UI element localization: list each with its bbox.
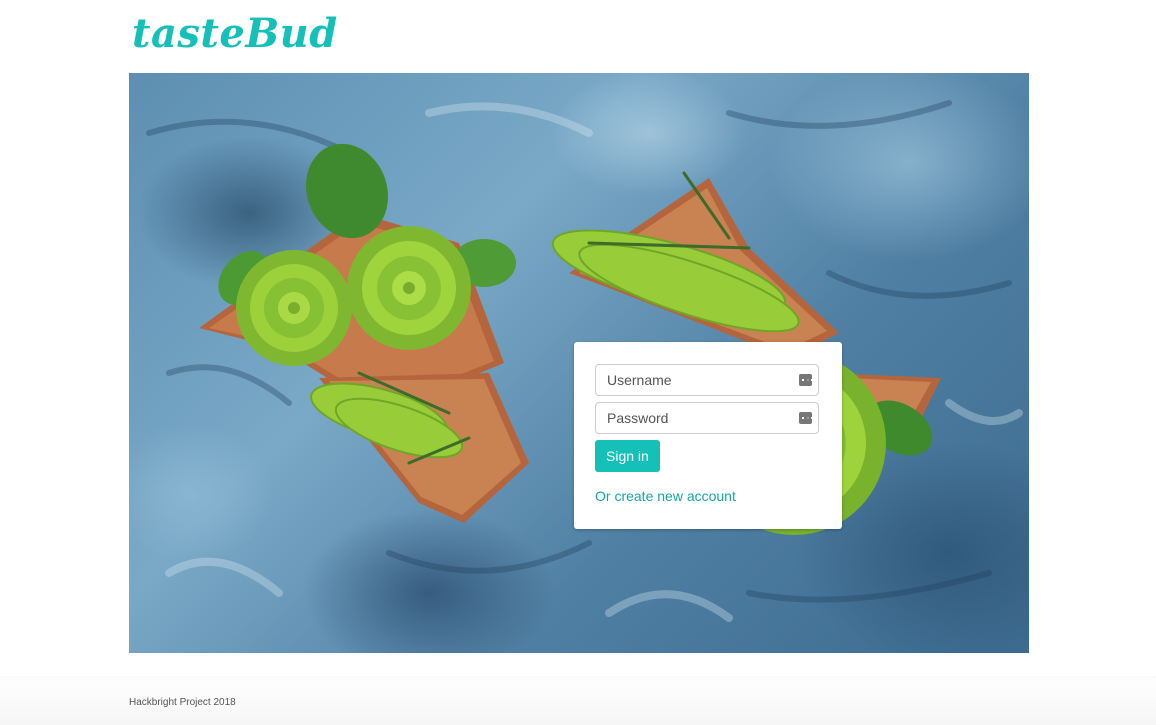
- password-manager-icon[interactable]: [799, 374, 813, 386]
- password-input[interactable]: [596, 403, 787, 433]
- footer: Hackbright Project 2018: [0, 676, 1156, 725]
- page: tasteBud Username Sign in Or create new …: [0, 0, 1156, 725]
- footer-text: Hackbright Project 2018: [129, 697, 236, 708]
- login-card: Sign in Or create new account: [574, 342, 842, 529]
- username-field[interactable]: [595, 364, 819, 396]
- password-field[interactable]: [595, 402, 819, 434]
- brand-logo[interactable]: tasteBud: [132, 10, 338, 57]
- sign-in-button[interactable]: Sign in: [595, 440, 660, 472]
- hero-image: Sign in Or create new account: [129, 73, 1029, 653]
- password-manager-icon[interactable]: [799, 412, 813, 424]
- create-account-link[interactable]: Or create new account: [595, 488, 736, 504]
- username-input[interactable]: [596, 365, 787, 395]
